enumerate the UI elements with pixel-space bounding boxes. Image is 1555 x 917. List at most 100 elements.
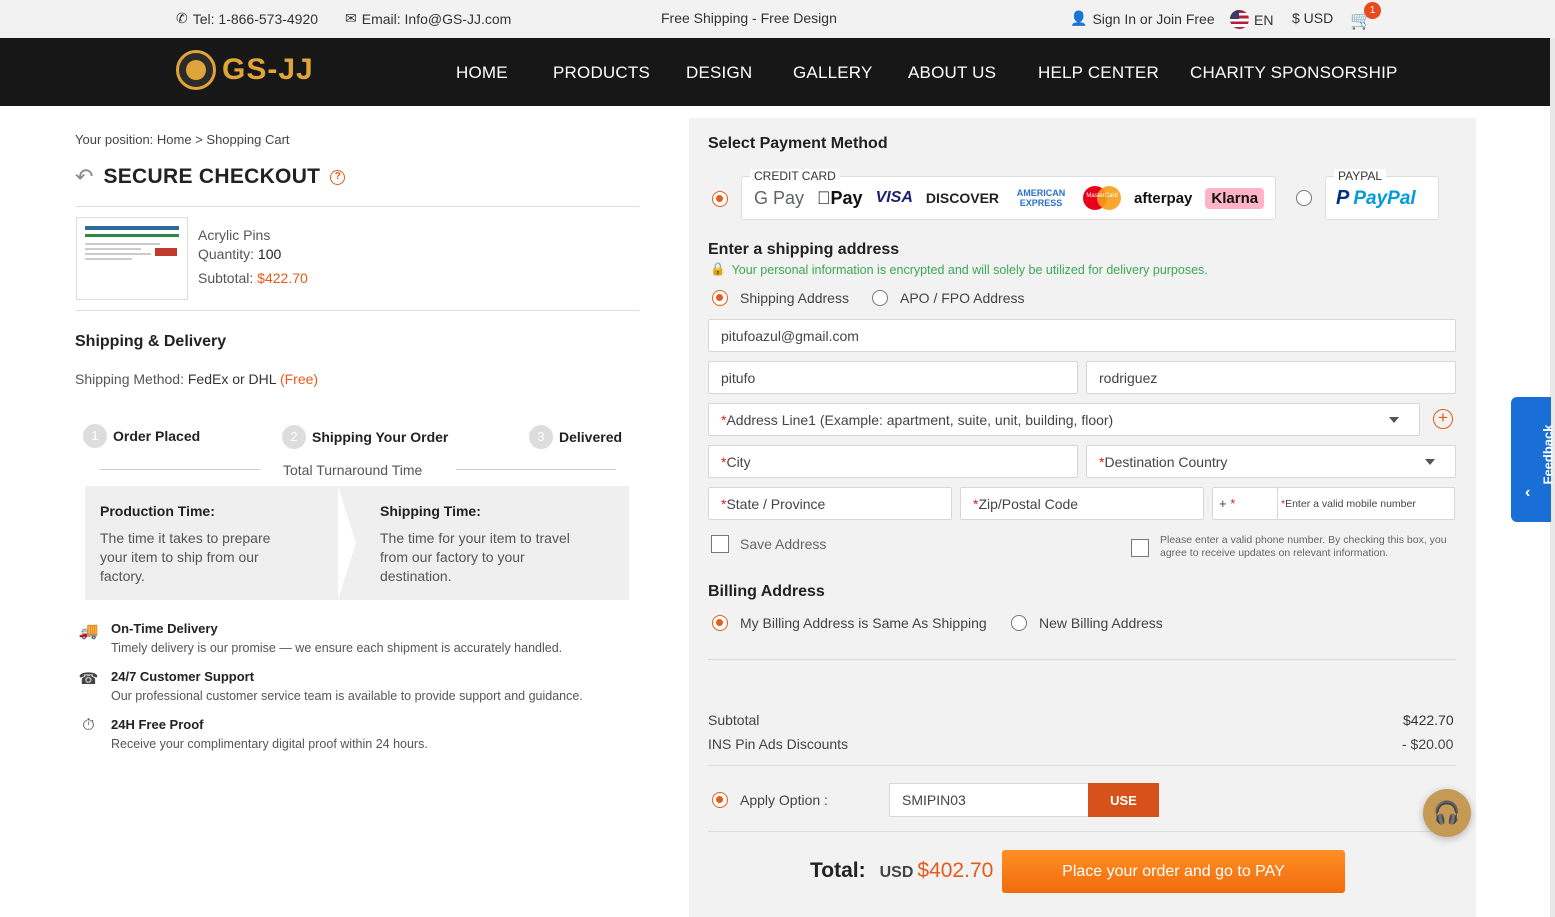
credit-card-radio[interactable] (712, 191, 728, 207)
paypal-p-icon: P (1336, 187, 1350, 209)
user-icon: 👤 (1070, 10, 1088, 26)
apo-fpo-radio[interactable] (872, 290, 888, 306)
feature-title: 24H Free Proof (111, 717, 204, 732)
apo-fpo-option[interactable]: APO / FPO Address (900, 290, 1025, 306)
step-delivered: 3 Delivered (529, 425, 622, 449)
production-time: Production Time: The time it takes to pr… (100, 502, 300, 586)
shipping-address-radio[interactable] (712, 290, 728, 306)
phone-contact[interactable]: ✆ Tel: 1-866-573-4920 (176, 10, 318, 27)
address-placeholder: Address Line1 (Example: apartment, suite… (726, 411, 1114, 428)
total-currency: USD (879, 864, 914, 881)
shipping-method-value: FedEx or DHL (187, 371, 277, 387)
email-text: Email: Info@GS-JJ.com (361, 10, 512, 27)
sign-in-link[interactable]: 👤 Sign In or Join Free (1070, 10, 1215, 27)
chevron-down-icon (1425, 459, 1435, 465)
phone-placeholder: Enter a valid mobile number (1285, 497, 1416, 510)
nav-help-center[interactable]: HELP CENTER (1038, 63, 1159, 83)
billing-address-title: Billing Address (708, 583, 825, 600)
add-address-icon[interactable]: + (1433, 409, 1453, 429)
checkout-header: ↶ SECURE CHECKOUT ? (75, 164, 346, 190)
back-arrow-icon[interactable]: ↶ (75, 164, 93, 190)
phone-field[interactable]: * Enter a valid mobile number (1277, 487, 1455, 520)
address-line1-field[interactable]: * Address Line1 (Example: apartment, suit… (708, 403, 1420, 436)
apply-option-radio[interactable] (712, 792, 728, 808)
product-quantity: Quantity: 100 (198, 246, 281, 262)
phone-consent-checkbox[interactable] (1131, 539, 1149, 557)
coupon-code-field[interactable] (889, 783, 1089, 817)
zip-field[interactable]: * Zip/Postal Code (960, 487, 1204, 520)
divider (75, 310, 639, 311)
production-time-title: Production Time: (100, 503, 215, 519)
paypal-label: PAYPAL (1334, 169, 1387, 183)
destination-country-select[interactable]: * Destination Country (1086, 445, 1456, 478)
shipping-method-label: Shipping Method: (75, 371, 184, 387)
mastercard-logo: MasterCard (1083, 186, 1122, 210)
visa-logo: VISA (862, 189, 913, 206)
phone-country-code[interactable]: + * (1212, 487, 1278, 520)
afterpay-logo: afterpay (1120, 189, 1192, 207)
step-label: Shipping Your Order (312, 429, 449, 445)
last-name-field[interactable] (1086, 361, 1456, 394)
main-nav: GS-JJ HOME PRODUCTS DESIGN GALLERY ABOUT… (0, 38, 1550, 106)
nav-charity-sponsorship[interactable]: CHARITY SPONSORSHIP (1190, 63, 1398, 83)
shipping-delivery-title: Shipping & Delivery (75, 333, 227, 350)
nav-about-us[interactable]: ABOUT US (908, 63, 996, 83)
billing-same-radio[interactable] (712, 615, 728, 631)
help-question-icon[interactable]: ? (330, 169, 346, 185)
email-contact[interactable]: ✉ Email: Info@GS-JJ.com (345, 10, 511, 27)
step-number: 2 (282, 425, 306, 449)
mail-icon: ✉ (345, 10, 357, 26)
step-shipping-your-order: 2 Shipping Your Order (282, 425, 448, 449)
first-name-input[interactable] (721, 369, 1065, 386)
turnaround-label: Total Turnaround Time (283, 462, 423, 478)
billing-new-radio[interactable] (1011, 615, 1027, 631)
nav-products[interactable]: PRODUCTS (553, 63, 650, 83)
paypal-logo: P PayPal (1336, 187, 1416, 209)
language-text: EN (1254, 11, 1274, 28)
feature-title: 24/7 Customer Support (111, 669, 255, 684)
billing-same-option[interactable]: My Billing Address is Same As Shipping (740, 615, 987, 631)
first-name-field[interactable] (708, 361, 1078, 394)
last-name-input[interactable] (1099, 369, 1443, 386)
shipping-time-text: The time for your item to travel from ou… (380, 530, 570, 584)
place-order-button[interactable]: Place your order and go to PAY (1002, 850, 1345, 893)
sign-in-text: Sign In or Join Free (1092, 10, 1215, 27)
step-label: Delivered (559, 429, 623, 445)
email-input[interactable] (721, 327, 1443, 344)
feature-on-time-delivery: 🚚 On-Time Delivery Timely delivery is ou… (76, 621, 563, 655)
paypal-radio[interactable] (1296, 190, 1312, 206)
coupon-code-input[interactable] (902, 792, 1076, 808)
order-total: Total: USD $402.70 (810, 859, 993, 883)
feedback-tab[interactable]: Feedback ‹ (1511, 397, 1555, 522)
lock-icon: 🔒 (710, 262, 726, 276)
us-flag-icon (1230, 10, 1249, 29)
total-value: $402.70 (917, 859, 994, 882)
breadcrumb: Your position: Home > Shopping Cart (75, 132, 290, 147)
nav-design[interactable]: DESIGN (686, 63, 752, 83)
save-address-checkbox[interactable] (711, 535, 729, 553)
feature-desc: Timely delivery is our promise — we ensu… (111, 641, 563, 655)
shipping-address-option[interactable]: Shipping Address (740, 290, 849, 306)
klarna-logo: Klarna (1205, 187, 1265, 209)
use-coupon-button[interactable]: USE (1088, 783, 1159, 817)
discount-value: - $20.00 (1402, 736, 1454, 752)
card-logos: G Pay Pay VISA DISCOVER AMERICAN EXPRES… (754, 186, 1265, 210)
chevron-down-icon (1389, 417, 1399, 423)
chevron-left-icon: ‹ (1525, 484, 1531, 501)
step-label: Order Placed (113, 428, 201, 444)
currency-selector[interactable]: $ USD (1292, 10, 1333, 26)
nav-gallery[interactable]: GALLERY (793, 63, 873, 83)
gs-jj-logo[interactable]: GS-JJ (176, 50, 314, 90)
product-thumbnail[interactable] (76, 217, 188, 300)
headset-support-icon[interactable]: 🎧 (1423, 789, 1471, 837)
billing-new-option[interactable]: New Billing Address (1039, 615, 1163, 631)
nav-home[interactable]: HOME (456, 63, 508, 83)
promo-text: Free Shipping - Free Design (661, 10, 837, 26)
city-field[interactable]: * City (708, 445, 1078, 478)
language-selector[interactable]: EN (1230, 10, 1273, 29)
feature-customer-support: ☎ 24/7 Customer Support Our professional… (76, 669, 583, 703)
google-pay-logo: G Pay (754, 187, 805, 208)
state-field[interactable]: * State / Province (708, 487, 952, 520)
email-field[interactable] (708, 319, 1456, 352)
summary-subtotal-label: Subtotal (708, 712, 760, 728)
